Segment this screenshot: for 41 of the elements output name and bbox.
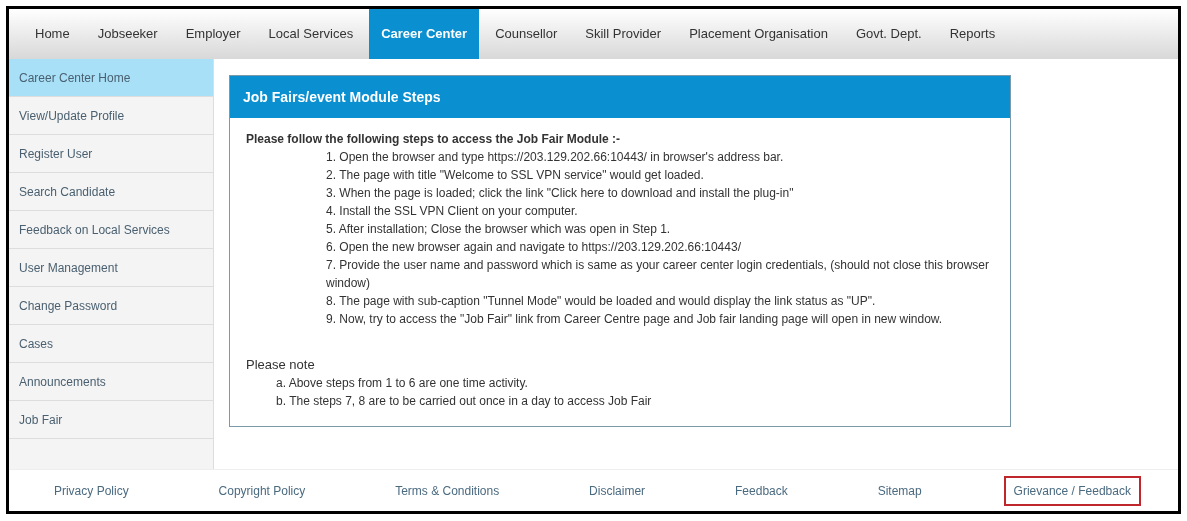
sidebar-item[interactable]: Change Password <box>9 287 213 325</box>
sidebar-item[interactable]: Job Fair <box>9 401 213 439</box>
footer-link[interactable]: Sitemap <box>869 477 930 504</box>
footer-link[interactable]: Terms & Conditions <box>387 477 508 504</box>
step-text: 2. The page with title "Welcome to SSL VPN service" would get loaded. <box>326 167 705 184</box>
step-text: 8. The page with sub-caption "Tunnel Mode" would be loaded and would display the link status as "UP". <box>326 293 877 310</box>
step-text: 5. After installation; Close the browser which was open in Step 1. <box>326 221 672 238</box>
note-text: b. The steps 7, 8 are to be carried out once in a day to access Job Fair <box>276 393 653 410</box>
note-title: Please note <box>246 356 316 374</box>
sidebar-item[interactable]: Search Candidate <box>9 173 213 211</box>
footer-link[interactable]: Feedback <box>727 477 796 504</box>
footer-link[interactable]: Privacy Policy <box>45 477 137 504</box>
nav-tab[interactable]: Skill Provider <box>573 9 674 59</box>
nav-tab[interactable]: Placement Organisation <box>677 9 840 59</box>
sidebar-item[interactable]: Feedback on Local Services <box>9 211 213 249</box>
footer-link[interactable]: Disclaimer <box>581 477 654 504</box>
nav-tab[interactable]: Home <box>23 9 82 59</box>
sidebar-item[interactable]: Announcements <box>9 363 213 401</box>
nav-tab[interactable]: Career Center <box>369 9 480 59</box>
sidebar-item[interactable]: Cases <box>9 325 213 363</box>
nav-tab[interactable]: Govt. Dept. <box>843 9 934 59</box>
sidebar-item[interactable]: User Management <box>9 249 213 287</box>
note-text: a. Above steps from 1 to 6 are one time activity. <box>276 375 529 392</box>
step-text: 9. Now, try to access the "Job Fair" link from Career Centre page and Job fair landing page will open in new window. <box>326 311 944 328</box>
nav-tab[interactable]: Jobseeker <box>85 9 170 59</box>
step-text: 6. Open the new browser again and navigate to https://203.129.202.66:10443/ <box>326 239 742 256</box>
step-text: 3. When the page is loaded; click the link "Click here to download and install the plug-in" <box>326 185 795 202</box>
nav-tab[interactable]: Employer <box>173 9 253 59</box>
nav-tab[interactable]: Counsellor <box>483 9 570 59</box>
footer-link[interactable]: Copyright Policy <box>210 477 314 504</box>
step-text: 1. Open the browser and type https://203.129.202.66:10443/ in browser's address bar. <box>326 149 785 166</box>
sidebar-item[interactable]: Register User <box>9 135 213 173</box>
sidebar-item[interactable]: View/Update Profile <box>9 97 213 135</box>
sidebar-item[interactable]: Career Center Home <box>9 59 213 97</box>
step-text: 4. Install the SSL VPN Client on your computer. <box>326 203 579 220</box>
nav-tab[interactable]: Local Services <box>256 9 366 59</box>
intro-text: Please follow the following steps to access the Job Fair Module :- <box>246 131 622 148</box>
nav-tab[interactable]: Reports <box>937 9 1008 59</box>
panel-title: Job Fairs/event Module Steps <box>230 76 1010 118</box>
footer-link[interactable]: Grievance / Feedback <box>1003 475 1141 506</box>
step-text: 7. Provide the user name and password which is same as your career center login credentials, (should not close this browser window) <box>326 257 990 292</box>
